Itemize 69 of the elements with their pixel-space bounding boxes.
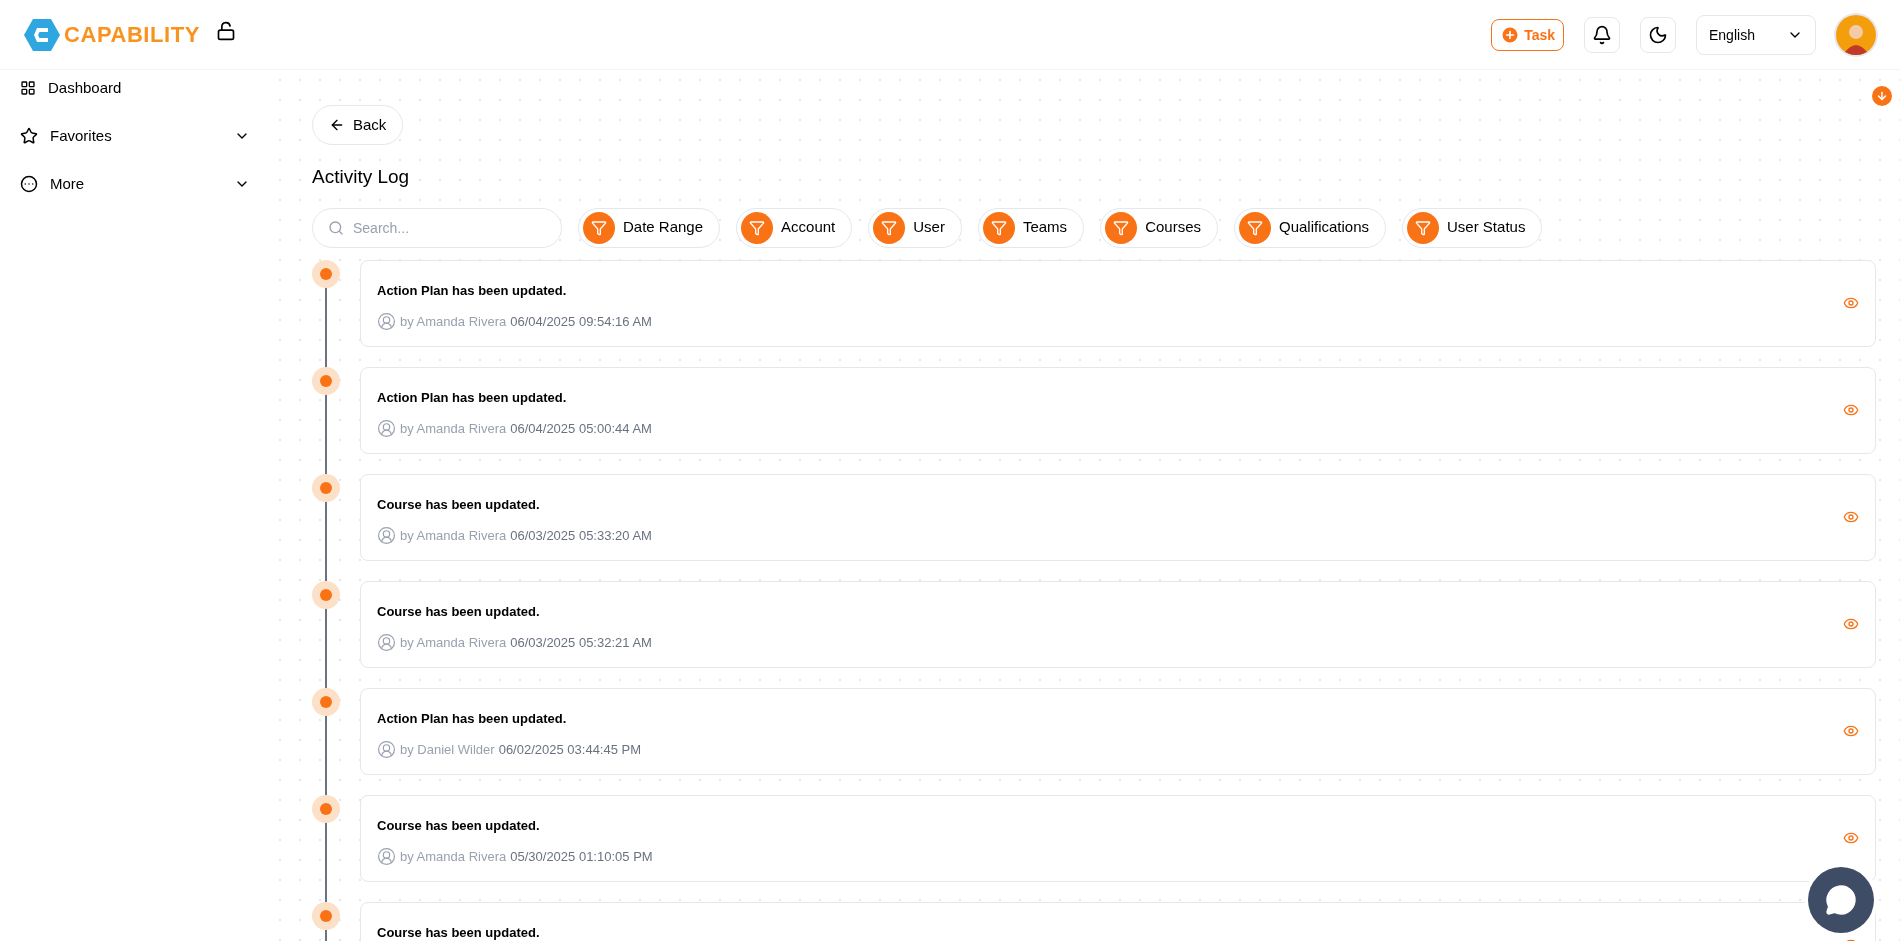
view-icon[interactable] (1843, 830, 1859, 846)
page-title: Activity Log (312, 165, 411, 189)
arrow-left-icon (329, 117, 345, 133)
activity-title: Action Plan has been updated. (377, 281, 568, 300)
notifications-button[interactable] (1584, 16, 1620, 53)
activity-author: by Daniel Wilder (400, 741, 495, 759)
filter-icon (1247, 219, 1263, 236)
filter-icon (1415, 219, 1432, 236)
grid-icon (20, 80, 36, 96)
activity-title: Course has been updated. (377, 923, 540, 941)
activity-time: 05/30/2025 01:10:05 PM (510, 848, 653, 866)
filter-button[interactable]: Courses (1100, 207, 1218, 248)
filter-button[interactable]: Qualifications (1234, 207, 1387, 248)
activity-title: Course has been updated. (377, 602, 541, 621)
view-icon[interactable] (1843, 616, 1859, 632)
view-icon[interactable] (1843, 402, 1859, 418)
user-icon (377, 847, 396, 867)
sidebar-item[interactable]: Favorites (20, 114, 250, 158)
filter-button[interactable]: User (868, 207, 962, 248)
search-icon (328, 219, 344, 236)
search-field[interactable]: Search... (312, 207, 562, 248)
activity-time: 06/03/2025 05:32:21 AM (510, 634, 652, 652)
activity-title: Action Plan has been updated. (377, 709, 568, 728)
logo-icon (24, 16, 60, 53)
activity-time: 06/02/2025 03:44:45 PM (498, 741, 642, 759)
view-icon[interactable] (1843, 723, 1859, 739)
filter-icon (591, 219, 607, 236)
activity-time: 06/03/2025 05:33:20 AM (510, 527, 652, 545)
arrow-down-icon (1876, 90, 1888, 102)
activity-title: Course has been updated. (377, 816, 541, 835)
moon-icon (1648, 24, 1668, 45)
more-icon (20, 175, 38, 193)
plus-icon (1500, 24, 1521, 45)
user-icon (377, 419, 396, 439)
activity-time: 06/04/2025 09:54:16 AM (510, 313, 652, 331)
filter-icon (749, 219, 766, 236)
filter-icon (881, 219, 898, 236)
user-icon (377, 312, 396, 332)
activity-author: by Amanda Rivera (400, 313, 507, 331)
view-icon[interactable] (1843, 509, 1859, 525)
sidebar-item[interactable]: More (20, 162, 250, 206)
dark-mode-button[interactable] (1640, 16, 1676, 53)
user-icon (377, 633, 396, 653)
avatar[interactable] (1836, 14, 1876, 55)
brand-name: CAPABILITY (64, 21, 200, 49)
activity-author: by Amanda Rivera (400, 420, 507, 438)
user-icon (377, 526, 396, 546)
language-select[interactable]: English (1696, 14, 1816, 55)
filter-button[interactable]: User Status (1402, 207, 1543, 248)
unlock-icon[interactable] (215, 20, 236, 41)
scroll-down-button[interactable] (1872, 86, 1892, 106)
bell-icon (1592, 24, 1612, 45)
activity-author: by Amanda Rivera (400, 848, 507, 866)
user-icon (377, 740, 396, 760)
view-icon[interactable] (1843, 295, 1859, 311)
back-button[interactable]: Back (312, 105, 404, 145)
activity-author: by Amanda Rivera (400, 527, 507, 545)
activity-time: 06/04/2025 05:00:44 AM (510, 420, 652, 438)
activity-author: by Amanda Rivera (400, 634, 507, 652)
filter-button[interactable]: Date Range (578, 207, 721, 248)
filter-icon (990, 219, 1007, 236)
chat-icon (1825, 884, 1857, 916)
sidebar-item[interactable]: Dashboard (20, 66, 250, 110)
activity-title: Course has been updated. (377, 495, 541, 514)
filter-button[interactable]: Account (736, 207, 853, 248)
activity-title: Action Plan has been updated. (377, 388, 568, 407)
filter-button[interactable]: Teams (977, 207, 1085, 248)
star-icon (20, 127, 38, 145)
filter-icon (1113, 219, 1130, 236)
